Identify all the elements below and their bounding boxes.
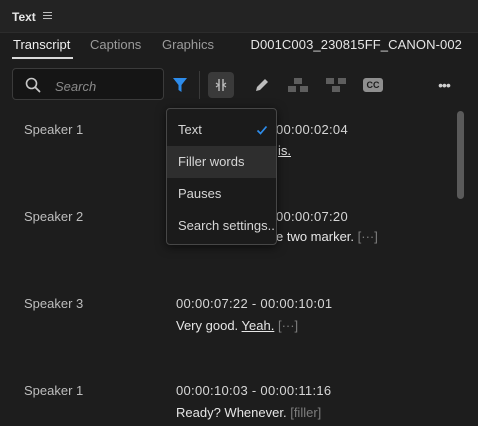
segment-text: Very good. bbox=[176, 318, 239, 333]
menu-item-label: Filler words bbox=[178, 154, 245, 169]
split-segment-button[interactable] bbox=[285, 72, 311, 98]
timecode: 00:00:07:22 - 00:00:10:01 bbox=[176, 296, 333, 311]
menu-item-filler-words[interactable]: Filler words bbox=[167, 146, 276, 178]
merge-icon bbox=[326, 78, 346, 92]
transcript-text[interactable]: Very good. Yeah. [···] bbox=[176, 318, 298, 333]
speaker-label[interactable]: Speaker 2 bbox=[24, 209, 83, 224]
toolbar-divider bbox=[199, 71, 200, 99]
edit-button[interactable] bbox=[249, 72, 275, 98]
panel-menu-icon[interactable] bbox=[43, 12, 52, 20]
transcript-text[interactable]: Ready? Whenever. [filler] bbox=[176, 405, 321, 420]
clip-name: D001C003_230815FF_CANON-002 bbox=[250, 37, 462, 52]
menu-item-label: Search settings.. bbox=[178, 218, 275, 233]
menu-item-label: Pauses bbox=[178, 186, 222, 201]
cc-icon: CC bbox=[363, 78, 383, 92]
filter-menu: Text Filler words Pauses Search settings… bbox=[166, 108, 277, 245]
transcript-text[interactable]: is. bbox=[278, 143, 291, 158]
segment-text: Ready? Whenever. bbox=[176, 405, 287, 420]
menu-item-search-settings[interactable]: Search settings.. bbox=[167, 210, 276, 242]
filter-button[interactable] bbox=[167, 72, 193, 98]
merge-segment-button[interactable] bbox=[323, 72, 349, 98]
menu-item-pauses[interactable]: Pauses bbox=[167, 178, 276, 210]
search-input[interactable] bbox=[53, 76, 161, 96]
transcript-text[interactable]: e two marker. [···] bbox=[276, 229, 378, 244]
tab-transcript[interactable]: Transcript bbox=[13, 37, 70, 52]
panel-header: Text bbox=[0, 0, 478, 33]
timecode: 00:00:10:03 - 00:00:11:16 bbox=[176, 383, 332, 398]
timecode: 00:00:07:20 bbox=[276, 209, 348, 224]
menu-item-label: Text bbox=[178, 122, 202, 137]
more-button[interactable]: ••• bbox=[430, 72, 458, 98]
pencil-icon bbox=[256, 79, 268, 91]
speaker-label[interactable]: Speaker 3 bbox=[24, 296, 83, 311]
panel-title: Text bbox=[12, 10, 36, 24]
speaker-label[interactable]: Speaker 1 bbox=[24, 383, 83, 398]
tab-captions[interactable]: Captions bbox=[90, 37, 141, 52]
filler-word[interactable]: Yeah. bbox=[242, 318, 275, 333]
filler-tag: [filler] bbox=[290, 405, 322, 420]
split-icon bbox=[288, 78, 308, 92]
scrollbar-thumb[interactable] bbox=[457, 111, 464, 199]
checkmark-icon bbox=[256, 125, 268, 135]
active-tab-indicator bbox=[12, 57, 73, 59]
marker-tag: [···] bbox=[357, 229, 378, 244]
merge-segments-button[interactable] bbox=[208, 72, 234, 98]
text-panel: Text Transcript Captions Graphics D001C0… bbox=[0, 0, 478, 426]
speaker-label[interactable]: Speaker 1 bbox=[24, 122, 83, 137]
menu-item-text[interactable]: Text bbox=[167, 114, 276, 146]
captions-button[interactable]: CC bbox=[360, 72, 386, 98]
search-box[interactable] bbox=[12, 68, 164, 100]
tab-graphics[interactable]: Graphics bbox=[162, 37, 214, 52]
merge-segments-icon bbox=[215, 79, 227, 91]
pause-tag: [···] bbox=[277, 318, 299, 333]
timecode: 00:00:02:04 bbox=[276, 122, 348, 137]
search-icon bbox=[25, 77, 41, 93]
segment-text: e two marker. bbox=[276, 229, 355, 244]
filter-icon bbox=[173, 78, 187, 92]
